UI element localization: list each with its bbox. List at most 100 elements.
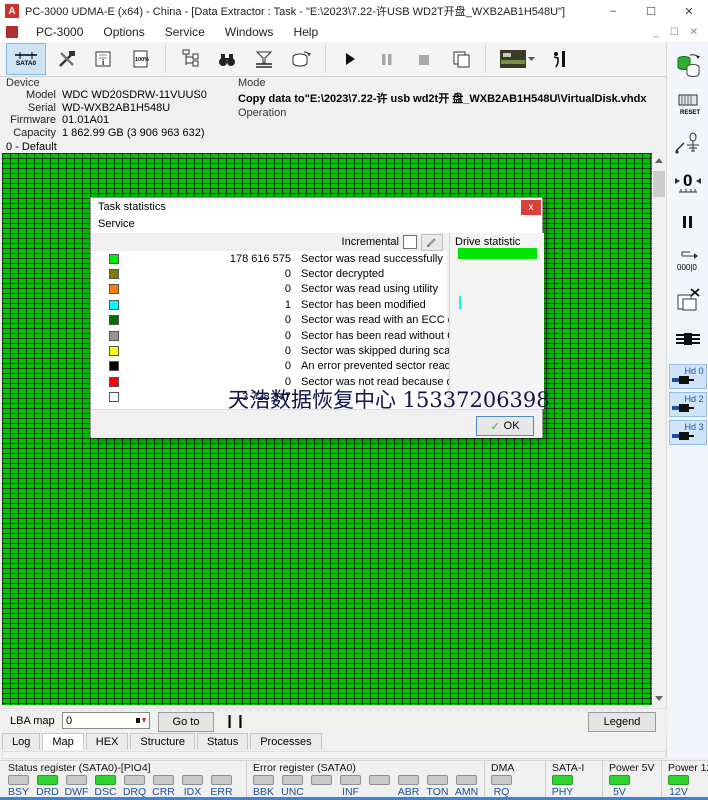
- exit-icon: [553, 51, 565, 68]
- pause-button[interactable]: [371, 43, 403, 75]
- menubar: PC-3000 Options Service Windows Help _ ☐…: [0, 22, 708, 43]
- tab-hex[interactable]: HEX: [85, 733, 129, 750]
- led-indicator: [95, 775, 116, 785]
- copy-drive-button[interactable]: [673, 52, 703, 80]
- stop-button[interactable]: [408, 43, 440, 75]
- register-bit: DRD: [33, 774, 62, 798]
- incremental-checkbox[interactable]: [403, 235, 417, 249]
- apply-brush-button[interactable]: [421, 233, 443, 251]
- tab-log[interactable]: Log: [2, 733, 41, 750]
- lba-input-icon[interactable]: [136, 716, 146, 725]
- hd3-button[interactable]: Hd 3: [668, 420, 707, 445]
- clear-layers-icon: [677, 288, 700, 311]
- clear-copies-button[interactable]: [673, 286, 703, 314]
- svg-text:i: i: [102, 58, 104, 67]
- menu-windows[interactable]: Windows: [215, 23, 284, 41]
- legend-button[interactable]: Legend: [588, 712, 656, 732]
- reset-button[interactable]: RESET: [673, 91, 703, 119]
- statistic-row: 0 Sector decrypted: [91, 266, 447, 281]
- register-group: DMA RQ: [484, 761, 543, 798]
- device-label: Capacity: [13, 126, 56, 139]
- tab-processes[interactable]: Processes: [250, 733, 322, 750]
- head-park-button[interactable]: [673, 130, 703, 158]
- copy-disk-button[interactable]: [285, 43, 317, 75]
- dialog-close-button[interactable]: x: [521, 199, 541, 215]
- status-color-swatch: [109, 330, 119, 341]
- toolbar-separator: [165, 45, 166, 73]
- sector-count: 1: [284, 298, 291, 311]
- brush-icon: [427, 238, 436, 247]
- minimize-button[interactable]: –: [594, 1, 632, 22]
- device-label: Firmware: [10, 114, 56, 126]
- utilities-button[interactable]: [51, 43, 83, 75]
- led-indicator: [427, 775, 448, 785]
- scroll-up-icon[interactable]: [652, 153, 666, 167]
- menu-pc3000[interactable]: PC-3000: [26, 23, 93, 41]
- maximize-button[interactable]: ☐: [632, 1, 670, 22]
- menu-service[interactable]: Service: [155, 23, 215, 41]
- scroll-down-icon[interactable]: [652, 691, 666, 705]
- goto-button[interactable]: Go to: [158, 712, 214, 732]
- reset-icon: RESET: [678, 94, 700, 116]
- led-indicator: [668, 775, 689, 785]
- tab-status[interactable]: Status: [197, 733, 249, 750]
- copies-button[interactable]: [445, 43, 477, 75]
- register-group: SATA-I PHY: [545, 761, 600, 798]
- led-indicator: [253, 775, 274, 785]
- log-info-button[interactable]: i: [88, 43, 120, 75]
- heads-config-button[interactable]: [673, 325, 703, 353]
- svg-text:100%: 100%: [135, 57, 149, 63]
- exit-task-button[interactable]: [545, 43, 577, 75]
- pause-task-button[interactable]: [673, 208, 703, 236]
- svg-text:000|0: 000|0: [677, 263, 697, 272]
- search-button[interactable]: [211, 43, 243, 75]
- tab-content-strip: [2, 751, 666, 759]
- hd2-button[interactable]: Hd 2: [668, 392, 707, 417]
- scroll-thumb[interactable]: [653, 171, 665, 197]
- mdi-window-controls[interactable]: _ ☐ ✕: [654, 27, 702, 38]
- device-value: WD-WXB2AB1H548U: [62, 101, 171, 114]
- register-group-title: Power 12V: [668, 762, 708, 774]
- tab-structure[interactable]: Structure: [130, 733, 196, 750]
- sector-status-label: Sector was read with an ECC error: [301, 314, 471, 327]
- led-indicator: [182, 775, 203, 785]
- statistic-row: 178 616 575 Sector was read successfully: [91, 251, 447, 266]
- status-color-swatch: [109, 253, 119, 264]
- menu-help[interactable]: Help: [283, 23, 328, 41]
- app-window: A PC-3000 UDMA-E (x64) - China - [Data E…: [0, 0, 708, 800]
- recalibrate-button[interactable]: 0: [673, 169, 703, 197]
- tab-map[interactable]: Map: [42, 733, 84, 750]
- ok-label: OK: [503, 420, 520, 432]
- sector-status-label: Sector was read using utility: [301, 283, 438, 296]
- register-bit: [365, 774, 394, 798]
- sata0-port-button[interactable]: SATA0: [6, 43, 46, 75]
- merge-button[interactable]: [248, 43, 280, 75]
- sector-status-label: Sector decrypted: [301, 268, 385, 281]
- map-view-button[interactable]: [494, 43, 540, 75]
- device-row-capacity: Capacity 1 862.99 GB (3 906 963 632): [0, 127, 228, 140]
- ok-button[interactable]: ✓ OK: [476, 416, 534, 436]
- close-button[interactable]: ✕: [670, 1, 708, 22]
- layers-copy-icon: [453, 51, 470, 68]
- percent-report-button[interactable]: 100%: [125, 43, 157, 75]
- hd0-button[interactable]: Hd 0: [668, 364, 707, 389]
- structure-tree-button[interactable]: [174, 43, 206, 75]
- drive-statistic-bar: [458, 248, 537, 259]
- head-map-button[interactable]: 000|0: [673, 247, 703, 275]
- statistic-row: 1 Sector has been modified: [91, 297, 447, 312]
- statistic-row: 0 Sector was skipped during scanning: [91, 343, 477, 358]
- dialog-title: Task statistics: [98, 201, 166, 213]
- map-pause-button[interactable]: ❙❙: [224, 712, 246, 730]
- register-bit: DWF: [62, 774, 91, 798]
- dialog-menu-service[interactable]: Service: [98, 216, 135, 233]
- check-icon: ✓: [490, 420, 500, 433]
- start-button[interactable]: [334, 43, 366, 75]
- map-scrollbar[interactable]: [652, 153, 666, 705]
- stop-icon: [419, 55, 429, 65]
- titlebar: A PC-3000 UDMA-E (x64) - China - [Data E…: [0, 0, 708, 23]
- sector-count: 0: [284, 283, 291, 296]
- menu-options[interactable]: Options: [93, 23, 154, 41]
- dialog-titlebar[interactable]: Task statistics x: [91, 198, 542, 216]
- led-indicator: [37, 775, 58, 785]
- drive-statistic-panel: Drive statistic: [449, 233, 544, 409]
